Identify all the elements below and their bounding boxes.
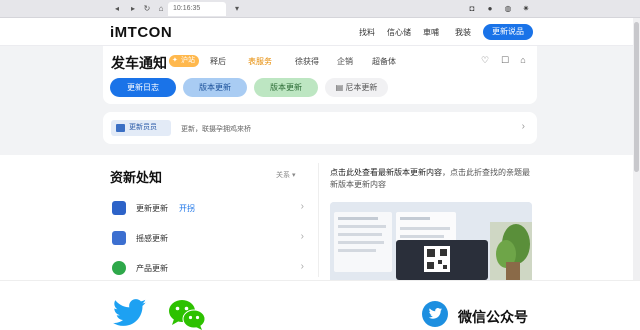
twitter-icon[interactable] [113,299,147,327]
info-text: 更新，联摄孕拥鸡來桥 [181,126,251,133]
twitter-circle-icon[interactable] [422,301,448,327]
nav-link-2[interactable]: 信心储 [387,27,411,38]
share-footer: 微信公众号 [0,280,640,330]
screenshot-preview-image[interactable] [330,202,532,280]
tab-2-active[interactable]: 表服务 [248,56,272,67]
scrollbar-thumb[interactable] [634,22,639,172]
notice-text[interactable]: 点击此处查看最新版本更新内容，点击此折查找的亲题最新版本更新内容 [330,167,530,191]
tab-dropdown-icon[interactable]: ▾ [232,4,242,13]
list-item[interactable]: 更新更新 开拐 › [103,194,313,222]
wechat-account-label[interactable]: 微信公众号 [458,307,528,327]
tab-1[interactable]: 释后 [210,56,226,67]
changelog-button[interactable]: 更新日志 [110,78,176,97]
title-card: 发车通知 ✦ 沪站 释后 表服务 徐获得 企销 超备体 ♡ ☐ ⌂ 更新日志 版… [103,46,537,104]
home-nav-icon[interactable]: ⌂ [156,4,166,13]
chevron-right-icon: › [300,231,304,242]
header-action-button[interactable]: 更新说品 [483,24,533,40]
document-icon: ▤ [335,83,344,92]
lock-icon [112,201,126,215]
nav-link-4[interactable]: 我装 [455,27,471,38]
content-section: 资新处知 关系 ▾ 更新更新 开拐 › 摇感更新 › 产品更新 › 点击此处查看… [0,155,640,280]
list-item-label: 摇感更新 [136,234,168,243]
briefcase-icon [116,124,125,132]
list-item-tag[interactable]: 开拐 [179,203,195,214]
nav-link-3[interactable]: 車哺 [423,27,439,38]
grid-icon [112,231,126,245]
forward-icon[interactable]: ▸ [128,4,138,13]
preview-illustration [330,202,532,280]
list-item-label: 产品更新 [136,264,168,273]
browser-tab[interactable]: 10:16:35 [168,2,226,16]
home-icon[interactable]: ⌂ [517,54,529,66]
chevron-right-icon: › [300,261,304,272]
chat-icon[interactable]: ◍ [502,3,514,15]
site-header: iMTCON 找料 信心储 車哺 我装 更新说品 [0,18,640,46]
tab-4[interactable]: 企销 [337,56,353,67]
message-icon[interactable]: ☐ [499,54,511,66]
site-logo[interactable]: iMTCON [110,24,172,41]
status-badge: ✦ 沪站 [169,55,199,67]
camera-icon[interactable]: ◘ [466,3,478,15]
notice-lead: 点击此处查看最新版本更新内容 [330,168,442,177]
info-bar[interactable]: 更新员员 更新，联摄孕拥鸡來桥 › [103,112,537,144]
account-icon[interactable]: ● [484,3,496,15]
tab-3[interactable]: 徐获得 [295,56,319,67]
badge-label: 沪站 [181,57,195,64]
version-update-button[interactable]: 版本更新 [183,78,247,97]
chevron-right-icon[interactable]: › [522,121,525,132]
settings-icon[interactable]: ✷ [520,3,532,15]
phone-icon [112,261,126,275]
sort-dropdown[interactable]: 关系 ▾ [276,170,295,180]
section-title: 资新处知 [110,170,163,185]
tab-5[interactable]: 超备体 [372,56,396,67]
other-update-button[interactable]: ▤ 尼本更新 [325,78,388,97]
column-divider [318,163,319,277]
back-icon[interactable]: ◂ [112,4,122,13]
nav-link-1[interactable]: 找料 [359,27,375,38]
other-update-label: 尼本更新 [345,83,378,92]
version-update-green-button[interactable]: 版本更新 [254,78,318,97]
heart-icon[interactable]: ♡ [479,54,491,66]
list-item[interactable]: 摇感更新 › [103,224,313,252]
scrollbar[interactable] [633,18,640,280]
refresh-icon[interactable]: ↻ [142,4,152,13]
browser-toolbar: ◂ ▸ ↻ ⌂ 10:16:35 ▾ ◘ ● ◍ ✷ [0,0,640,18]
info-chip[interactable]: 更新员员 [111,120,171,136]
flame-icon: ✦ [172,57,178,64]
page-title: 发车通知 [111,55,167,71]
list-item[interactable]: 产品更新 › [103,254,313,282]
list-item-label: 更新更新 [136,204,168,213]
chevron-right-icon: › [300,201,304,212]
info-chip-label: 更新员员 [129,124,157,131]
wechat-icon[interactable] [168,299,206,330]
